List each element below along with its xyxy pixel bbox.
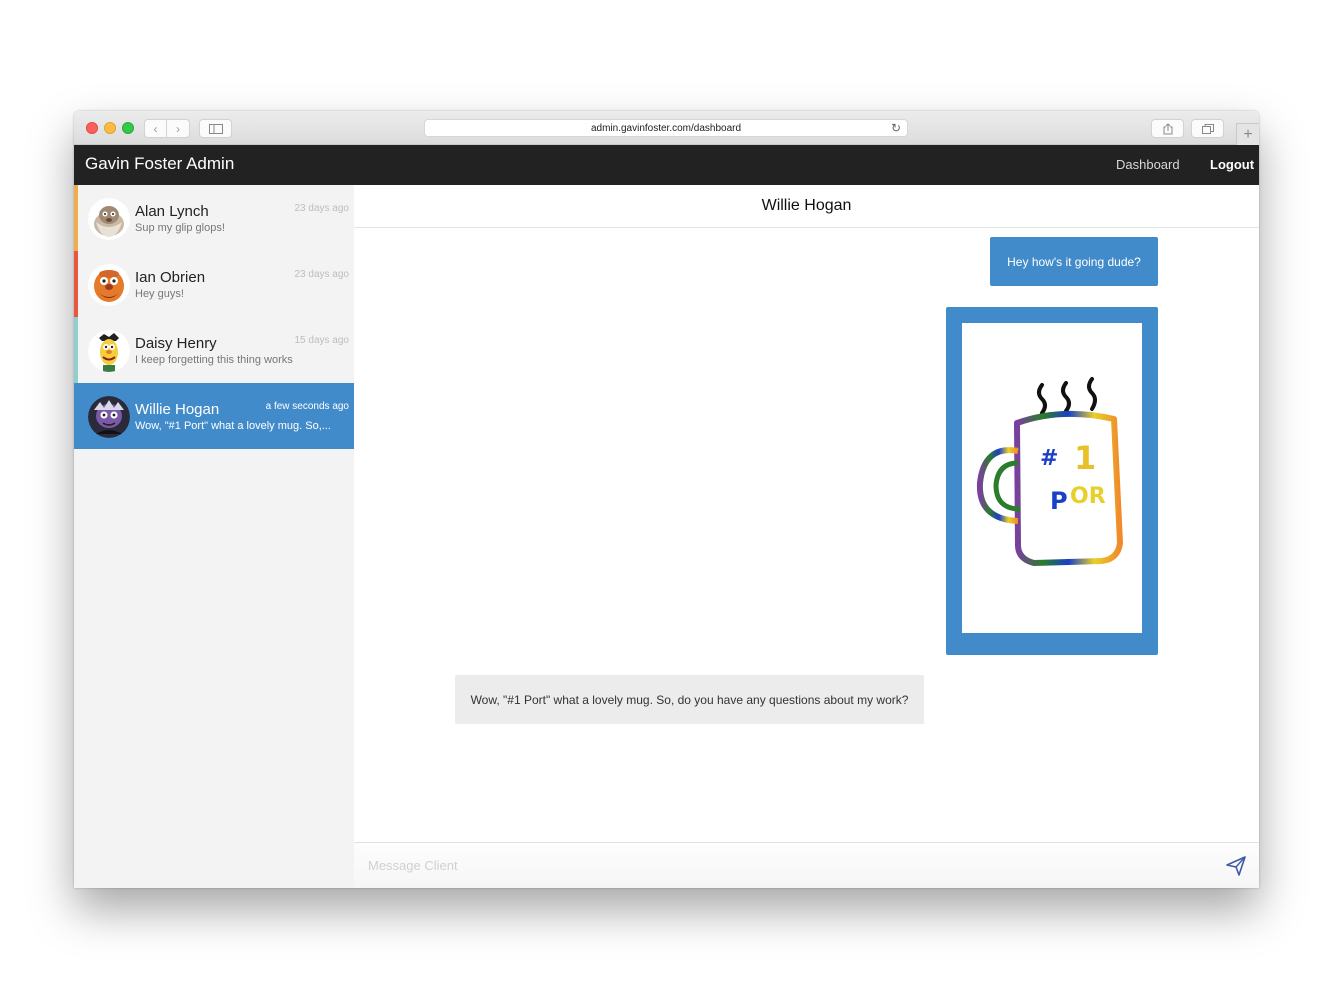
maximize-window-button[interactable]	[122, 122, 134, 134]
avatar	[88, 330, 130, 372]
minimize-window-button[interactable]	[104, 122, 116, 134]
forward-button[interactable]: ›	[167, 119, 190, 138]
new-tab-button[interactable]: +	[1236, 123, 1259, 145]
sidebar-icon	[208, 123, 223, 134]
svg-text:1: 1	[1074, 439, 1096, 477]
svg-text:#: #	[1040, 446, 1058, 471]
conversation-time: 23 days ago	[294, 269, 350, 280]
conversation-time: 23 days ago	[294, 203, 350, 214]
share-icon	[1163, 122, 1172, 134]
show-tabs-button[interactable]	[1191, 119, 1224, 138]
browser-toolbar: ‹ › admin.gavinfoster.com/dashboard ↻ +	[74, 111, 1259, 145]
reload-icon[interactable]: ↻	[891, 121, 901, 135]
chevron-right-icon: ›	[176, 121, 180, 136]
outgoing-image-message[interactable]: # 1 P OR	[946, 307, 1158, 655]
brand-title[interactable]: Gavin Foster Admin	[85, 154, 234, 174]
message-text: Wow, "#1 Port" what a lovely mug. So, do…	[470, 692, 909, 707]
browser-window: ‹ › admin.gavinfoster.com/dashboard ↻ + …	[74, 111, 1259, 888]
conversation-name: Willie Hogan	[135, 401, 220, 418]
conversation-preview: Sup my glip glops!	[135, 222, 225, 234]
conversation-item-ian-obrien[interactable]: Ian Obrien Hey guys! 23 days ago	[74, 251, 354, 317]
close-window-button[interactable]	[86, 122, 98, 134]
conversation-name: Ian Obrien	[135, 269, 206, 286]
message-input[interactable]	[368, 853, 1188, 877]
message-text: Hey how's it going dude?	[1007, 254, 1141, 269]
mug-drawing-image: # 1 P OR	[962, 323, 1142, 633]
send-button[interactable]	[1225, 855, 1247, 877]
incoming-message: Wow, "#1 Port" what a lovely mug. So, do…	[455, 675, 924, 724]
app-navbar: Gavin Foster Admin Dashboard Logout	[74, 145, 1259, 185]
nav-dashboard-link[interactable]: Dashboard	[1116, 157, 1180, 172]
share-button[interactable]	[1151, 119, 1184, 138]
nav-logout-link[interactable]: Logout	[1210, 157, 1254, 172]
chat-panel: Willie Hogan Hey how's it going dude? # …	[354, 185, 1259, 888]
conversation-preview: Wow, "#1 Port" what a lovely mug. So,...	[135, 420, 331, 432]
conversation-list: Alan Lynch Sup my glip glops! 23 days ag…	[74, 185, 354, 888]
avatar	[88, 264, 130, 306]
chevron-left-icon: ‹	[153, 121, 158, 136]
tabs-icon	[1201, 123, 1214, 134]
avatar	[88, 396, 130, 438]
conversation-preview: Hey guys!	[135, 288, 184, 300]
sidebar-toggle-button[interactable]	[199, 119, 232, 138]
conversation-name: Daisy Henry	[135, 335, 217, 352]
message-composer	[354, 842, 1259, 888]
conversation-item-alan-lynch[interactable]: Alan Lynch Sup my glip glops! 23 days ag…	[74, 185, 354, 251]
svg-text:OR: OR	[1070, 484, 1106, 509]
paper-plane-icon	[1226, 856, 1246, 876]
conversation-item-willie-hogan[interactable]: Willie Hogan Wow, "#1 Port" what a lovel…	[74, 383, 354, 449]
conversation-time: 15 days ago	[294, 335, 350, 346]
conversation-name: Alan Lynch	[135, 203, 209, 220]
conversation-item-daisy-henry[interactable]: Daisy Henry I keep forgetting this thing…	[74, 317, 354, 383]
url-text: admin.gavinfoster.com/dashboard	[590, 122, 742, 134]
avatar	[88, 198, 130, 240]
conversation-preview: I keep forgetting this thing works	[135, 354, 293, 366]
plus-icon: +	[1243, 125, 1253, 143]
chat-title: Willie Hogan	[354, 185, 1259, 228]
svg-text:P: P	[1050, 487, 1068, 515]
conversation-time: a few seconds ago	[265, 401, 349, 412]
outgoing-message: Hey how's it going dude?	[990, 237, 1158, 286]
address-bar[interactable]: admin.gavinfoster.com/dashboard ↻	[424, 119, 908, 137]
back-button[interactable]: ‹	[144, 119, 167, 138]
